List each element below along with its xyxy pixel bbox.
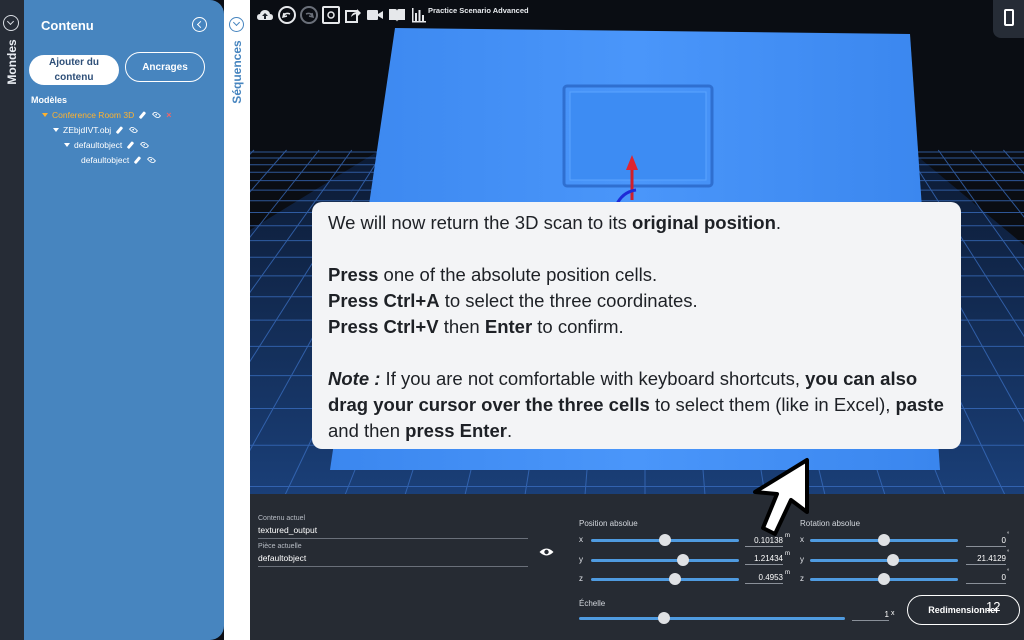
cloud-upload-icon[interactable]: [256, 6, 274, 24]
position-x-label: x: [579, 535, 583, 544]
panel-title: Contenu: [41, 18, 94, 33]
unit-label: °: [1007, 569, 1010, 575]
tree-item-defaultobject-child[interactable]: defaultobject: [81, 155, 157, 165]
position-label: Position absolue: [579, 519, 638, 528]
chevron-down-icon[interactable]: [229, 17, 244, 32]
scale-slider[interactable]: [579, 612, 845, 624]
mondes-rail[interactable]: Mondes: [0, 0, 24, 640]
position-y-slider[interactable]: [591, 554, 739, 566]
tree-item-label: defaultobject: [74, 140, 123, 150]
unit-label: °: [1007, 550, 1010, 556]
position-x-slider[interactable]: [591, 534, 739, 546]
caret-down-icon[interactable]: [53, 128, 59, 132]
slider-knob[interactable]: [878, 573, 890, 585]
unit-label: °: [1007, 532, 1010, 538]
eye-icon[interactable]: [152, 110, 162, 120]
mondes-label[interactable]: Mondes: [5, 39, 19, 84]
caret-down-icon[interactable]: [64, 143, 70, 147]
slider-knob[interactable]: [676, 554, 689, 566]
pencil-icon[interactable]: [138, 111, 147, 119]
scale-label: Échelle: [579, 599, 606, 608]
visibility-eye-icon[interactable]: [539, 547, 554, 557]
tree-item-defaultobject-parent[interactable]: defaultobject: [64, 140, 150, 150]
tutorial-line-3: Press Ctrl+A to select the three coordin…: [328, 290, 698, 311]
app-root: Mondes Contenu Ajouter du contenu Ancrag…: [0, 0, 1024, 640]
pencil-icon[interactable]: [133, 156, 142, 164]
tutorial-bubble: We will now return the 3D scan to its or…: [312, 202, 961, 449]
rotation-y-label: y: [800, 555, 804, 564]
rotation-x-input[interactable]: 0: [966, 536, 1006, 547]
tree-item-label: ZEbjdIVT.obj: [63, 125, 112, 135]
rotation-y-slider[interactable]: [810, 554, 958, 566]
resize-button[interactable]: Redimensionner: [907, 595, 1020, 625]
rotation-z-input[interactable]: 0: [966, 573, 1006, 584]
pencil-icon[interactable]: [126, 141, 135, 149]
tree-item-label: defaultobject: [81, 155, 130, 165]
models-section-title: Modèles: [31, 95, 68, 105]
video-camera-icon[interactable]: [366, 6, 384, 24]
tree-item-label: Conference Room 3D: [52, 110, 135, 120]
rotation-y-input[interactable]: 21.4129: [966, 554, 1006, 565]
pencil-icon[interactable]: [115, 126, 124, 134]
content-panel: Contenu Ajouter du contenu Ancrages Modè…: [24, 0, 224, 640]
tutorial-line-4: Press Ctrl+V then Enter to confirm.: [328, 316, 624, 337]
focus-icon[interactable]: [322, 6, 340, 24]
tutorial-line-1: We will now return the 3D scan to its or…: [328, 212, 782, 233]
top-toolbar: [256, 4, 428, 26]
slider-knob[interactable]: [658, 612, 671, 624]
page-number: 12: [986, 599, 1001, 614]
chevron-down-icon[interactable]: [3, 15, 19, 31]
collapse-panel-icon[interactable]: [192, 17, 207, 32]
sequences-rail[interactable]: Séquences: [224, 0, 250, 640]
phone-icon: [1004, 9, 1014, 26]
current-content-field[interactable]: Contenu actuel textured_output: [258, 515, 528, 539]
bar-chart-icon[interactable]: [410, 6, 428, 24]
mobile-preview-button[interactable]: [993, 0, 1024, 38]
close-icon[interactable]: ×: [166, 110, 171, 120]
add-content-button[interactable]: Ajouter du contenu: [29, 55, 119, 85]
position-z-slider[interactable]: [591, 573, 739, 585]
book-icon[interactable]: [388, 6, 406, 24]
eye-icon[interactable]: [147, 155, 157, 165]
pointer-arrow-icon: [753, 458, 809, 536]
tutorial-note: Note : If you are not comfortable with k…: [328, 368, 944, 441]
tree-item-obj[interactable]: ZEbjdIVT.obj: [53, 125, 139, 135]
position-z-label: z: [579, 574, 583, 583]
unit-label: x: [891, 610, 895, 617]
scenario-title: Practice Scenario Advanced: [428, 6, 529, 15]
tutorial-line-2: Press one of the absolute position cells…: [328, 264, 658, 285]
anchors-button[interactable]: Ancrages: [125, 52, 205, 82]
slider-knob[interactable]: [659, 534, 671, 546]
rotation-x-slider[interactable]: [810, 534, 958, 546]
position-y-input[interactable]: 1.21434: [745, 554, 783, 565]
eye-icon[interactable]: [129, 125, 139, 135]
rotation-z-slider[interactable]: [810, 573, 958, 585]
position-y-label: y: [579, 555, 583, 564]
tree-item-conference-room[interactable]: Conference Room 3D ×: [42, 110, 171, 120]
redo-icon[interactable]: [300, 6, 318, 24]
scale-input[interactable]: 1: [852, 610, 889, 621]
sequences-label[interactable]: Séquences: [230, 40, 244, 103]
slider-knob[interactable]: [878, 534, 890, 546]
unit-label: m: [785, 570, 790, 576]
current-piece-field[interactable]: Pièce actuelle defaultobject: [258, 543, 528, 567]
unit-label: m: [785, 551, 790, 557]
slider-knob[interactable]: [886, 554, 899, 566]
caret-down-icon[interactable]: [42, 113, 48, 117]
eye-icon[interactable]: [140, 140, 150, 150]
share-icon[interactable]: [344, 6, 362, 24]
rotation-z-label: z: [800, 574, 804, 583]
position-z-input[interactable]: 0.4953: [745, 573, 783, 584]
undo-icon[interactable]: [278, 6, 296, 24]
